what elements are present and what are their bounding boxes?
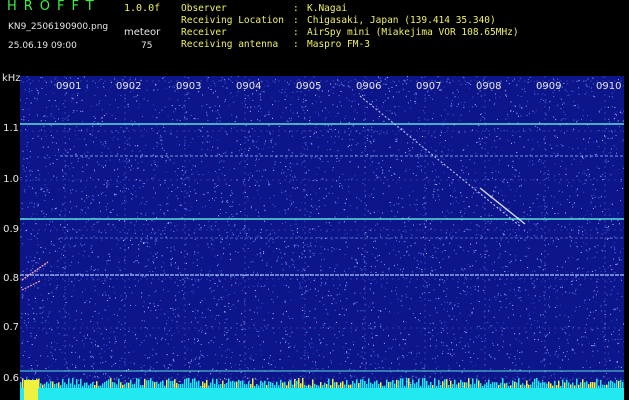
y-tick-label: 1.1 bbox=[3, 123, 19, 134]
x-tick-label: 0905 bbox=[296, 81, 322, 92]
level-value: 75 bbox=[141, 41, 153, 51]
info-key: Observer bbox=[181, 3, 227, 14]
y-tick-label: 0.7 bbox=[3, 322, 19, 333]
info-key: Receiving antenna bbox=[181, 39, 279, 50]
y-tick-label: 0.8 bbox=[3, 273, 19, 284]
x-tick-label: 0903 bbox=[176, 81, 202, 92]
meteor-echo bbox=[21, 280, 41, 291]
info-colon: : bbox=[293, 27, 299, 38]
info-key: Receiver bbox=[181, 27, 227, 38]
info-value: Maspro FM-3 bbox=[307, 39, 370, 50]
x-tick-label: 0902 bbox=[116, 81, 142, 92]
noise-floor-band bbox=[20, 388, 624, 400]
info-value: Chigasaki, Japan (139.414 35.340) bbox=[307, 15, 496, 26]
app-title: HROFFT bbox=[7, 0, 101, 14]
info-colon: : bbox=[293, 39, 299, 50]
spectrogram-panel bbox=[20, 76, 624, 400]
y-tick-label: 0.9 bbox=[3, 224, 19, 235]
x-tick-label: 0909 bbox=[536, 81, 562, 92]
spectrogram-plot bbox=[20, 76, 624, 400]
y-tick-label: 1.0 bbox=[3, 174, 19, 185]
mode-label: meteor bbox=[124, 27, 161, 38]
date-time: 25.06.19 09:00 bbox=[8, 41, 77, 51]
info-value: AirSpy mini (Miakejima VOR 108.65MHz) bbox=[307, 27, 519, 38]
y-axis-unit: kHz bbox=[2, 73, 21, 84]
info-colon: : bbox=[293, 3, 299, 14]
info-colon: : bbox=[293, 15, 299, 26]
x-tick-label: 0906 bbox=[356, 81, 382, 92]
info-value: K.Nagai bbox=[307, 3, 348, 14]
y-tick-label: 0.6 bbox=[3, 373, 19, 384]
x-tick-label: 0908 bbox=[476, 81, 502, 92]
doppler-trail bbox=[359, 95, 521, 227]
x-tick-label: 0910 bbox=[596, 81, 622, 92]
x-tick-label: 0901 bbox=[56, 81, 82, 92]
file-name: KN9_2506190900.png bbox=[8, 22, 109, 32]
app-version: 1.0.0f bbox=[124, 3, 161, 14]
x-tick-label: 0907 bbox=[416, 81, 442, 92]
info-key: Receiving Location bbox=[181, 15, 284, 26]
x-tick-label: 0904 bbox=[236, 81, 262, 92]
